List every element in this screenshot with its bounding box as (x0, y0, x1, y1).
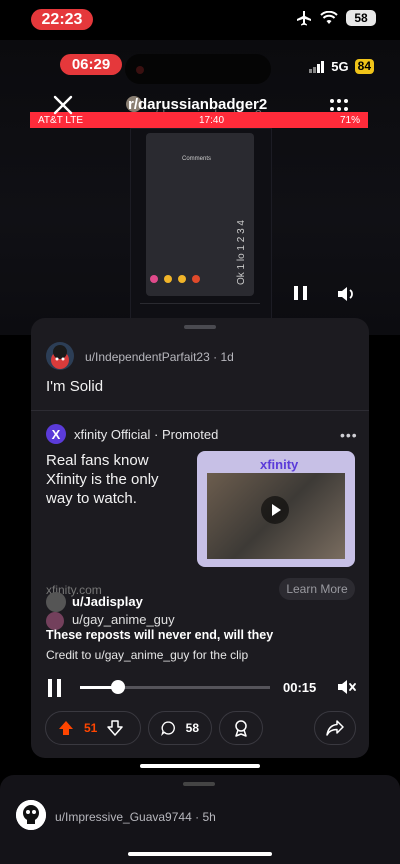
close-icon[interactable] (52, 94, 74, 116)
comment-body: I'm Solid (46, 378, 104, 395)
award-button[interactable] (219, 711, 263, 745)
learn-more-button[interactable]: Learn More (279, 578, 355, 600)
progress-thumb[interactable] (111, 680, 125, 694)
volume-icon[interactable] (336, 285, 356, 303)
promo-card-brand: xfinity (260, 457, 299, 472)
promo-meta: xfinity Official · Promoted (74, 427, 219, 442)
comment-count: 58 (185, 721, 199, 735)
home-indicator-inner (140, 764, 260, 768)
promo-official: Official (110, 427, 151, 442)
status-icons: 58 (296, 10, 376, 26)
overlay-credited-user[interactable]: u/gay_anime_guy (72, 612, 175, 627)
upvote-icon[interactable] (58, 720, 74, 736)
overlay-user[interactable]: u/Jadisplay (72, 594, 143, 609)
pause-icon[interactable] (292, 285, 310, 301)
signal-icon (309, 60, 325, 73)
avatar[interactable] (16, 800, 46, 830)
home-indicator (128, 852, 272, 856)
sheet-handle[interactable] (184, 325, 216, 329)
inner-battery: 71% (339, 114, 360, 126)
battery-indicator: 58 (346, 10, 376, 26)
next-comment-author[interactable]: u/Impressive_Guava9744 (55, 810, 192, 824)
overlay-caption: Credit to u/gay_anime_guy for the clip (46, 648, 249, 662)
network-label: 5G (331, 59, 349, 74)
skull-avatar-icon (16, 800, 46, 830)
camera-dot (136, 66, 144, 74)
comment-age: 1d (220, 350, 234, 364)
embedded-emoji-row (150, 270, 240, 283)
upvote-count: 51 (84, 721, 98, 735)
play-icon[interactable] (261, 496, 289, 524)
inner-status-bar: AT&T LTE 17:40 71% (30, 112, 368, 128)
promo-more-icon[interactable]: ••• (340, 427, 358, 443)
promo-brand[interactable]: xfinity (74, 427, 107, 442)
embedded-action-row (140, 303, 260, 314)
inner-carrier: AT&T LTE (38, 114, 84, 126)
comment-meta: u/IndependentParfait23 · 1d (85, 350, 234, 364)
award-icon (235, 720, 247, 737)
comment-author[interactable]: u/IndependentParfait23 (85, 350, 210, 364)
overlay-avatar[interactable] (46, 592, 66, 612)
next-comment-age: 5h (202, 810, 216, 824)
playback-time: 00:15 (283, 680, 317, 695)
divider (31, 410, 369, 411)
downvote-icon[interactable] (107, 720, 124, 736)
promo-body: Real fans know Xfinity is the only way t… (46, 452, 159, 507)
status-time: 22:23 (31, 9, 93, 30)
subreddit-title[interactable]: r/darussianbadger2 (128, 96, 267, 113)
overlay-title: These reposts will never end, will they (46, 628, 274, 642)
comments-button[interactable]: 58 (148, 711, 212, 745)
next-comment-meta: u/Impressive_Guava9744 · 5h (55, 810, 216, 824)
dynamic-island (125, 54, 271, 84)
promo-promoted: Promoted (161, 427, 219, 442)
share-icon (326, 720, 344, 736)
embedded-comments-label: Comments (182, 156, 212, 162)
airplane-icon (297, 11, 311, 26)
avatar-snoo-icon (51, 345, 69, 369)
more-options-icon[interactable] (328, 96, 350, 114)
pause-icon[interactable] (46, 678, 64, 698)
vote-control: 51 (45, 711, 141, 745)
wifi-icon (320, 11, 338, 24)
recording-time: 06:29 (60, 54, 122, 75)
mute-icon[interactable] (335, 676, 357, 698)
next-sheet-handle[interactable] (183, 782, 215, 786)
comment-icon (161, 721, 175, 736)
inner-time: 17:40 (198, 114, 225, 126)
recording-battery: 84 (354, 59, 374, 74)
avatar[interactable] (46, 342, 74, 370)
share-button[interactable] (314, 711, 356, 745)
xfinity-logo-icon[interactable]: X (46, 424, 66, 444)
recording-status-icons: 5G 84 (309, 59, 374, 74)
